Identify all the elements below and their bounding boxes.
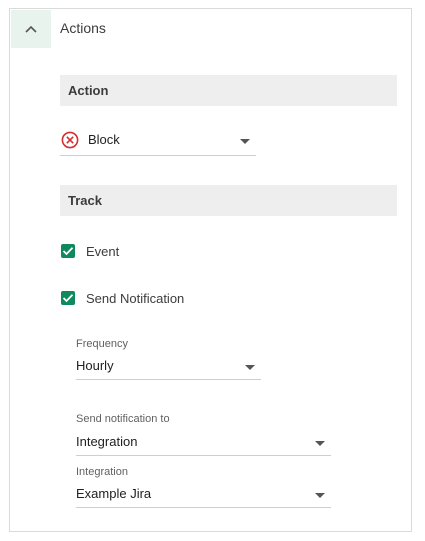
chevron-up-icon [25, 25, 37, 33]
caret-down-icon [245, 364, 255, 370]
integration-select-value: Example Jira [76, 486, 152, 501]
track-section-header: Track [60, 185, 397, 216]
event-checkbox-row[interactable]: Event [61, 243, 119, 259]
frequency-label: Frequency [76, 338, 128, 350]
frequency-select-value: Hourly [76, 358, 114, 373]
event-checkbox[interactable] [61, 244, 75, 258]
notification-checkbox-row[interactable]: Send Notification [61, 290, 184, 306]
send-to-label: Send notification to [76, 413, 170, 425]
send-to-select-value: Integration [76, 434, 138, 449]
circle-x-icon [61, 131, 79, 149]
notification-checkbox-label: Send Notification [86, 290, 185, 306]
checkmark-icon [62, 294, 74, 303]
frequency-select[interactable]: Hourly [76, 354, 261, 380]
collapse-button[interactable] [11, 10, 51, 48]
caret-down-icon [315, 440, 325, 446]
integration-select[interactable]: Example Jira [76, 482, 331, 508]
action-select-value: Block [88, 132, 120, 147]
send-to-select[interactable]: Integration [76, 430, 331, 456]
notification-checkbox[interactable] [61, 291, 75, 305]
event-checkbox-label: Event [86, 243, 120, 259]
actions-panel: Actions Action Block Track Event Send No… [9, 8, 412, 532]
checkmark-icon [62, 247, 74, 256]
action-section-header: Action [60, 75, 397, 106]
integration-label: Integration [76, 466, 128, 478]
caret-down-icon [240, 138, 250, 144]
panel-title: Actions [60, 20, 106, 36]
caret-down-icon [315, 492, 325, 498]
action-select[interactable]: Block [60, 126, 256, 156]
